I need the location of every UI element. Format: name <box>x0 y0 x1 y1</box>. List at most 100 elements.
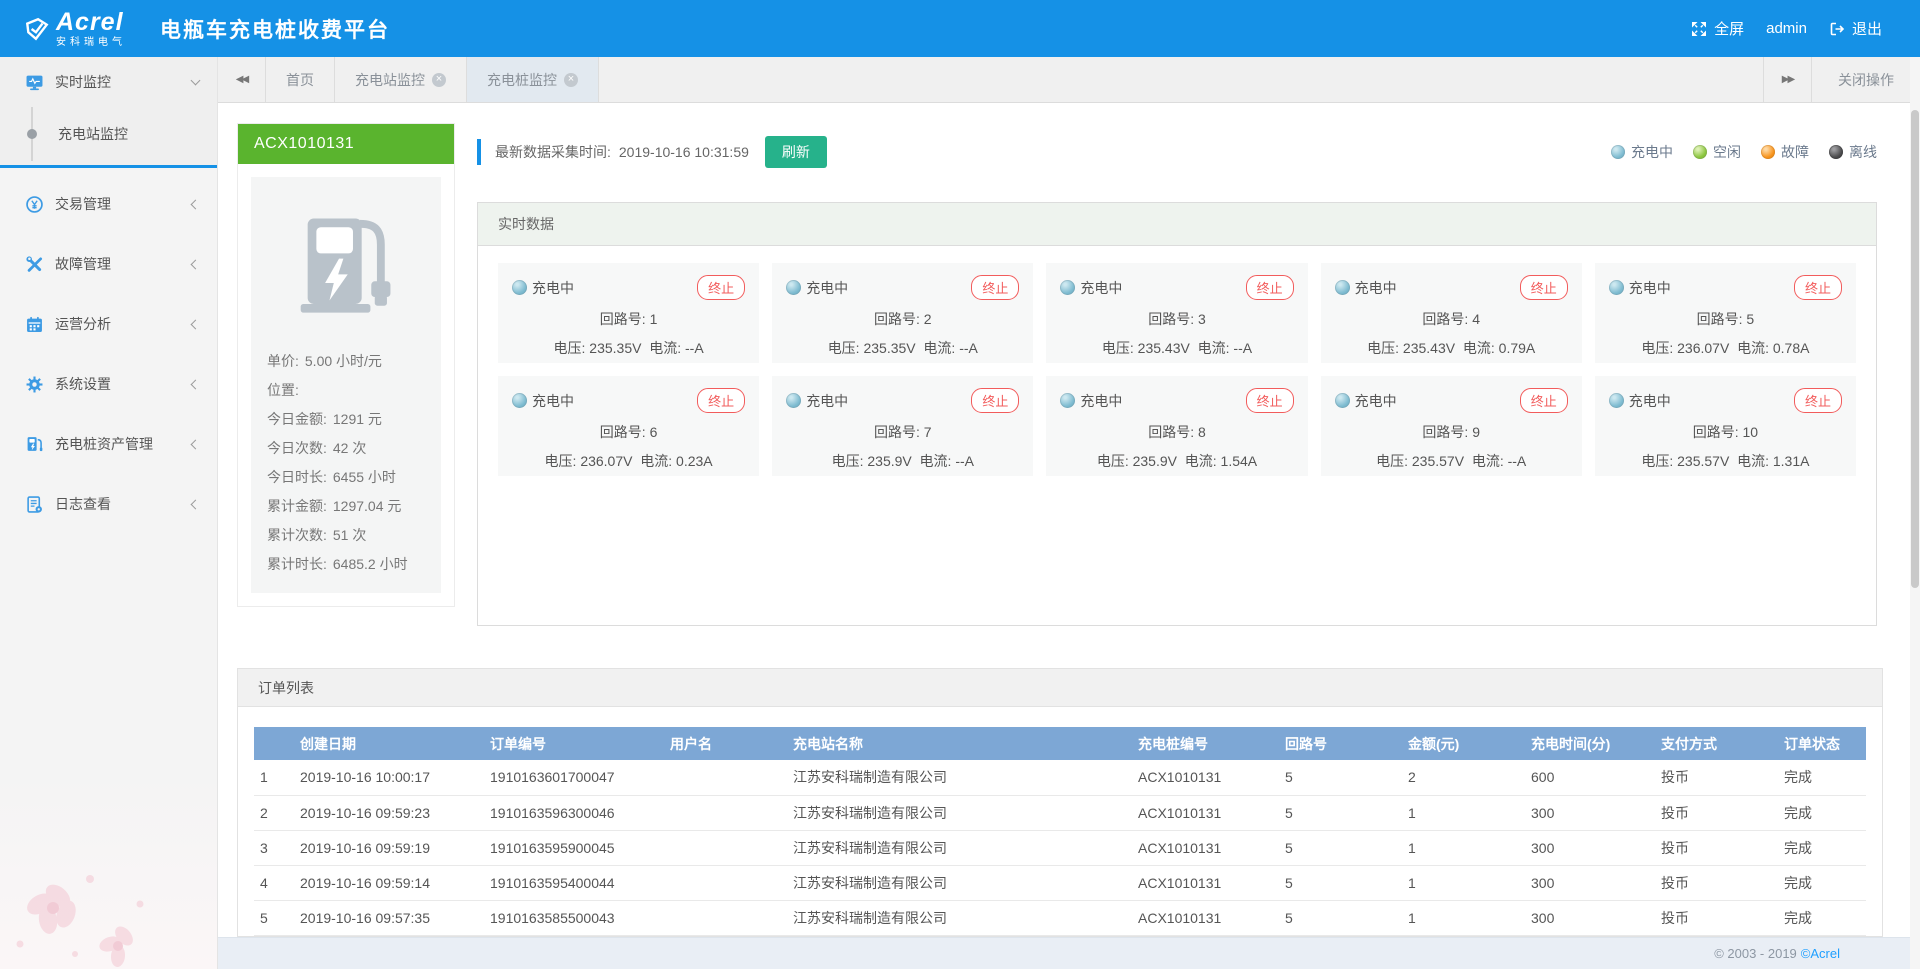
circuit-number-line: 回路号: 2 <box>786 309 1019 329</box>
realtime-grid: 充电中 终止 回路号: 1 电压: 235.35V 电流: --A 充电中 终止… <box>478 246 1876 493</box>
cell-order-no: 1910163585500043 <box>484 900 664 935</box>
sidebar-item-analysis[interactable]: 运营分析 <box>0 294 217 354</box>
circuit-status-card: 充电中 终止 回路号: 9 电压: 235.57V 电流: --A <box>1321 376 1582 476</box>
charging-pile-icon <box>285 205 407 321</box>
circuit-number-line: 回路号: 10 <box>1609 422 1842 442</box>
cell-station: 江苏安科瑞制造有限公司 <box>787 900 1132 935</box>
terminate-button[interactable]: 终止 <box>1794 275 1842 300</box>
cell-amount: 1 <box>1402 830 1525 865</box>
cell-station: 江苏安科瑞制造有限公司 <box>787 760 1132 795</box>
cell-created: 2019-10-16 09:59:14 <box>294 865 484 900</box>
circuit-number-value: 4 <box>1472 311 1480 327</box>
cell-pay-method: 投币 <box>1655 795 1778 830</box>
terminate-button[interactable]: 终止 <box>1794 388 1842 413</box>
circuit-number-line: 回路号: 5 <box>1609 309 1842 329</box>
cell-status: 完成 <box>1778 760 1866 795</box>
acrel-logo: Acrel 安科瑞电气 <box>24 10 126 48</box>
cell-status: 完成 <box>1778 865 1866 900</box>
terminate-button[interactable]: 终止 <box>1246 388 1294 413</box>
cell-station: 江苏安科瑞制造有限公司 <box>787 865 1132 900</box>
sidebar-item-settings[interactable]: 系统设置 <box>0 354 217 414</box>
cell-pay-method: 投币 <box>1655 865 1778 900</box>
sidebar-subitem-station-monitor[interactable]: 充电站监控 <box>0 107 217 161</box>
tabs-scroll-right-button[interactable]: ▶▶ <box>1763 57 1811 102</box>
orders-table-body: 1 2019-10-16 10:00:17 1910163601700047 江… <box>254 760 1866 935</box>
analysis-icon <box>26 316 43 333</box>
sidebar-item-realtime-monitor[interactable]: 实时监控 <box>0 57 217 107</box>
cell-index: 1 <box>254 760 294 795</box>
fullscreen-label: 全屏 <box>1714 18 1744 39</box>
voltage-value: 235.9V <box>1133 453 1177 469</box>
stat-today-amount: 今日金额:1291 元 <box>267 405 441 434</box>
chevron-left-icon <box>191 439 201 449</box>
stat-unit-price: 单价:5.00 小时/元 <box>267 347 441 376</box>
user-menu[interactable]: admin <box>1766 20 1807 37</box>
terminate-button[interactable]: 终止 <box>971 275 1019 300</box>
terminate-button[interactable]: 终止 <box>697 275 745 300</box>
sidebar: 实时监控 充电站监控 交易管理 <box>0 57 218 969</box>
col-index <box>254 727 294 760</box>
cell-user <box>664 900 787 935</box>
main-content: ACX1010131 <box>218 103 1920 969</box>
charging-status-label: 充电中 <box>1629 391 1671 411</box>
close-operations-button[interactable]: 关闭操作 <box>1811 57 1920 102</box>
charging-status-label: 充电中 <box>1629 278 1671 298</box>
circuit-status-card: 充电中 终止 回路号: 10 电压: 235.57V 电流: 1.31A <box>1595 376 1856 476</box>
voltage-value: 235.35V <box>863 340 915 356</box>
tab-pile-monitor[interactable]: 充电桩监控 × <box>467 57 599 102</box>
tabs-scroll-left-button[interactable]: ◀◀ <box>218 57 266 102</box>
terminate-button[interactable]: 终止 <box>1520 275 1568 300</box>
footer-brand-link[interactable]: ©Acrel <box>1801 946 1840 961</box>
current-value: --A <box>955 453 974 469</box>
top-header: Acrel 安科瑞电气 电瓶车充电桩收费平台 全屏 admin <box>0 0 1920 57</box>
charging-status-dot-icon <box>1060 393 1075 408</box>
sidebar-subitem-label: 充电站监控 <box>58 124 128 144</box>
sidebar-item-pile-assets[interactable]: 充电桩资产管理 <box>0 414 217 474</box>
sidebar-item-transactions[interactable]: 交易管理 <box>0 174 217 234</box>
cell-minutes: 300 <box>1525 900 1655 935</box>
charging-status-dot-icon <box>1609 280 1624 295</box>
logout-button[interactable]: 退出 <box>1829 18 1882 39</box>
fault-icon <box>26 256 43 273</box>
refresh-button[interactable]: 刷新 <box>765 136 827 168</box>
current-value: 1.31A <box>1773 453 1810 469</box>
voltage-value: 235.43V <box>1403 340 1455 356</box>
current-value: --A <box>959 340 978 356</box>
scrollbar-thumb[interactable] <box>1911 110 1919 588</box>
voltage-value: 235.57V <box>1677 453 1729 469</box>
terminate-button[interactable]: 终止 <box>1246 275 1294 300</box>
circuit-number-line: 回路号: 7 <box>786 422 1019 442</box>
voltage-current-line: 电压: 236.07V 电流: 0.78A <box>1609 338 1842 358</box>
chevron-left-icon <box>191 379 201 389</box>
sidebar-item-label: 实时监控 <box>55 72 192 92</box>
sidebar-item-faults[interactable]: 故障管理 <box>0 234 217 294</box>
offline-dot-icon <box>1829 145 1843 159</box>
fullscreen-button[interactable]: 全屏 <box>1691 18 1744 39</box>
tab-close-icon[interactable]: × <box>564 73 578 87</box>
circuit-status-card: 充电中 终止 回路号: 1 电压: 235.35V 电流: --A <box>498 263 759 363</box>
collect-time-value: 2019-10-16 10:31:59 <box>619 144 749 160</box>
cell-index: 2 <box>254 795 294 830</box>
terminate-button[interactable]: 终止 <box>971 388 1019 413</box>
page-title: 电瓶车充电桩收费平台 <box>160 14 390 44</box>
col-created: 创建日期 <box>294 727 484 760</box>
realtime-data-panel: 实时数据 充电中 终止 回路号: 1 电压: 235.35V 电流: --A 充… <box>477 202 1877 626</box>
stat-total-duration: 累计时长:6485.2 小时 <box>267 550 441 579</box>
terminate-button[interactable]: 终止 <box>697 388 745 413</box>
terminate-button[interactable]: 终止 <box>1520 388 1568 413</box>
chevron-left-icon <box>191 319 201 329</box>
charging-status-label: 充电中 <box>532 278 574 298</box>
chevron-left-icon <box>191 259 201 269</box>
tab-home[interactable]: 首页 <box>266 57 335 102</box>
circuit-number-value: 2 <box>924 311 932 327</box>
order-row: 2 2019-10-16 09:59:23 1910163596300046 江… <box>254 795 1866 830</box>
tab-station-monitor[interactable]: 充电站监控 × <box>335 57 467 102</box>
charging-status-label: 充电中 <box>806 391 848 411</box>
status-bar: 最新数据采集时间: 2019-10-16 10:31:59 刷新 充电中 空闲 … <box>477 123 1877 181</box>
vertical-scrollbar[interactable] <box>1910 57 1920 969</box>
cell-minutes: 600 <box>1525 760 1655 795</box>
tabbar-spacer <box>599 57 1763 102</box>
charging-dot-icon <box>1611 145 1625 159</box>
tab-close-icon[interactable]: × <box>432 73 446 87</box>
sidebar-item-logs[interactable]: 日志查看 <box>0 474 217 534</box>
